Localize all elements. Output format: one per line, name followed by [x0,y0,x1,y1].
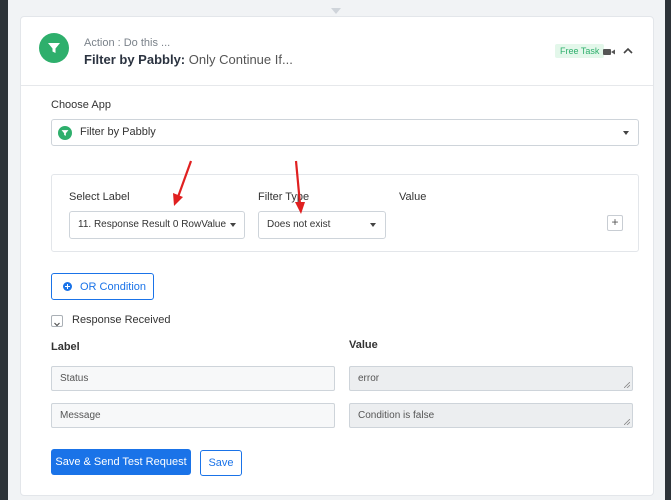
response-label-field[interactable]: Message [51,403,335,428]
choose-app-select[interactable]: Filter by Pabbly [51,119,639,146]
resize-handle-icon[interactable] [624,382,630,388]
response-value-field[interactable]: error [349,366,633,391]
filter-funnel-icon [58,126,72,140]
response-label-text: Status [60,373,89,384]
response-value-text: error [358,373,380,384]
action-label: Action : Do this ... [84,37,171,49]
save-button[interactable]: Save [200,450,242,476]
response-toggle[interactable] [51,315,63,327]
response-label-text: Message [60,410,101,421]
value-header: Value [399,191,427,203]
chevron-down-icon [54,322,60,327]
response-label-header: Label [51,341,80,353]
filter-type-value: Does not exist [267,219,331,230]
step-title: Filter by Pabbly: Only Continue If... [84,52,293,67]
free-task-badge: Free Task [555,44,605,58]
action-step-card: Action : Do this ... Filter by Pabbly: O… [20,16,654,496]
or-condition-label: OR Condition [80,281,147,293]
or-condition-button[interactable]: OR Condition [51,273,154,300]
response-value-field[interactable]: Condition is false [349,403,633,428]
response-value-header: Value [349,339,378,351]
filter-funnel-icon [39,33,69,63]
filter-type-dropdown[interactable]: Does not exist [258,211,386,239]
add-condition-button[interactable]: + [607,215,623,231]
chevron-up-icon[interactable] [622,44,634,56]
workflow-canvas: Action : Do this ... Filter by Pabbly: O… [8,0,665,500]
caret-down-icon [230,223,236,227]
step-header[interactable]: Action : Do this ... Filter by Pabbly: O… [21,17,653,86]
save-send-test-button[interactable]: Save & Send Test Request [51,449,191,475]
choose-app-label: Choose App [51,99,111,111]
select-label-dropdown[interactable]: 11. Response Result 0 RowValue [69,211,245,239]
step-subtitle: Only Continue If... [188,52,293,67]
select-label-header: Select Label [69,191,130,203]
caret-down-icon [370,223,376,227]
response-label-field[interactable]: Status [51,366,335,391]
video-camera-icon[interactable] [603,45,615,57]
select-label-value: 11. Response Result 0 RowValue [78,219,227,230]
filter-condition-box: Select Label Filter Type Value 11. Respo… [51,174,639,252]
filter-type-header: Filter Type [258,191,310,203]
resize-handle-icon[interactable] [624,419,630,425]
choose-app-value: Filter by Pabbly [80,126,156,138]
plus-circle-icon [63,282,72,291]
caret-down-icon [623,131,629,135]
step-app-name: Filter by Pabbly: [84,52,186,67]
connector-arrow [331,8,341,14]
response-received-title: Response Received [72,314,171,326]
response-value-text: Condition is false [358,410,435,421]
